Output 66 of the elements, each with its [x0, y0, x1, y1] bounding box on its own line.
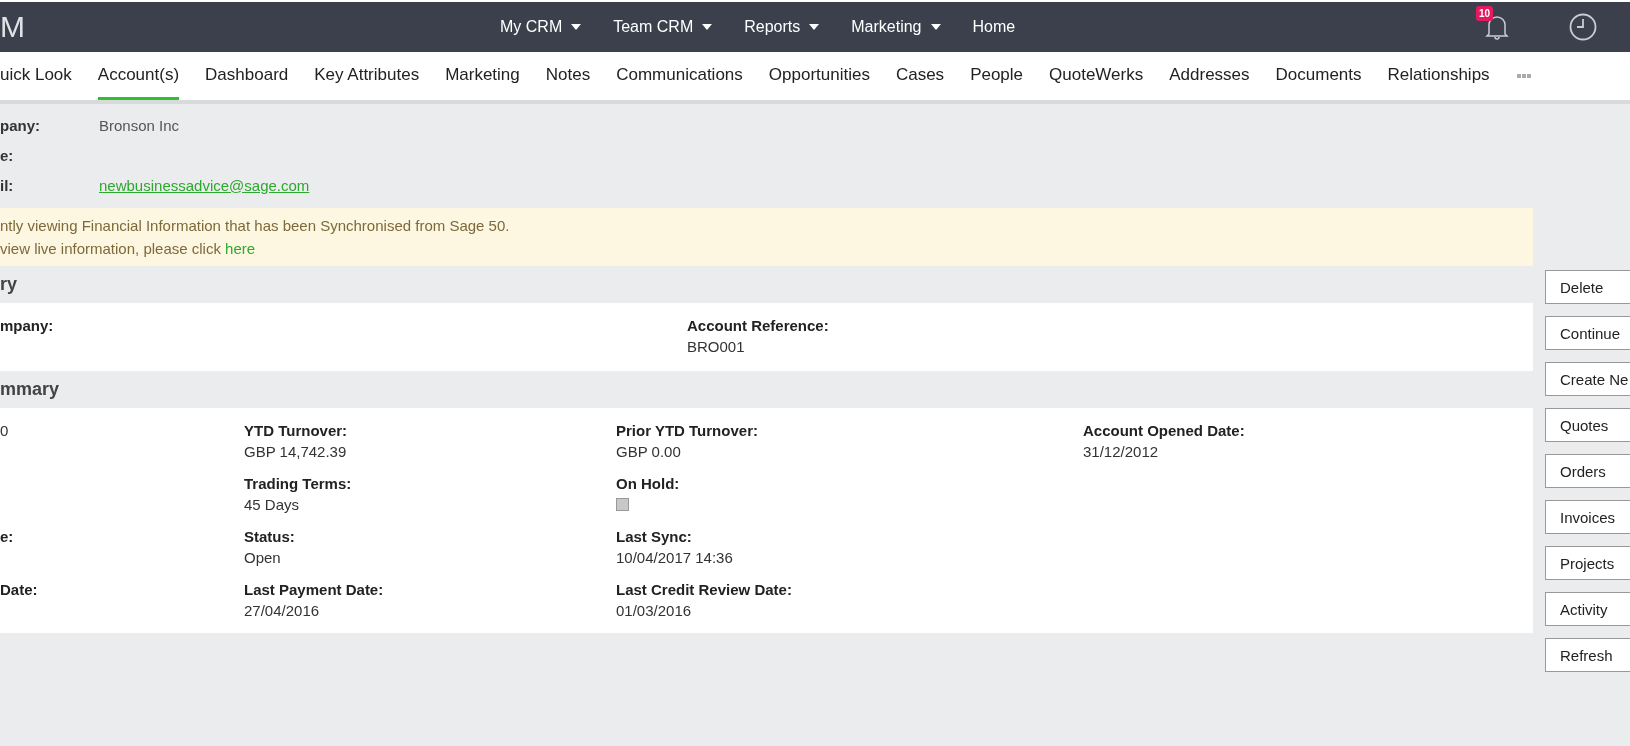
logo-text[interactable]: M [0, 10, 24, 44]
caret-icon [702, 24, 713, 30]
field-label: Trading Terms: [244, 474, 353, 494]
section-title: ry [0, 273, 18, 296]
field-label: il: [0, 176, 15, 194]
tab[interactable]: Relationships [1387, 52, 1490, 100]
action-button[interactable]: Projects [1545, 546, 1630, 580]
field-value: 0 [0, 421, 10, 441]
field-value: BRO001 [687, 337, 746, 357]
tab[interactable]: Documents [1275, 52, 1362, 100]
field-label: Prior YTD Turnover: [616, 421, 759, 441]
tab[interactable]: Notes [545, 52, 591, 100]
tab[interactable]: Marketing [445, 52, 520, 100]
action-button[interactable]: Create Ne [1545, 362, 1630, 396]
field-label: Last Sync: [616, 527, 693, 547]
field-value: 01/03/2016 [616, 601, 693, 621]
tab[interactable]: Addresses [1169, 52, 1250, 100]
field-value: Bronson Inc [99, 116, 180, 134]
field-value: 45 Days [244, 495, 301, 515]
notification-badge: 10 [1476, 6, 1494, 21]
action-button[interactable]: Continue [1545, 316, 1630, 350]
field-label: Account Opened Date: [1083, 421, 1246, 441]
field-label: On Hold: [616, 474, 681, 494]
field-label: Last Credit Review Date: [616, 580, 793, 600]
nav-menu-item[interactable]: Home [960, 12, 1028, 42]
nav-menu-item[interactable]: Marketing [839, 12, 953, 42]
field-label: Date: [0, 580, 39, 600]
tab[interactable]: Cases [895, 52, 945, 100]
field-label: e: [0, 146, 15, 164]
tab[interactable]: Key Attributes [314, 52, 420, 100]
tab[interactable]: Dashboard [205, 52, 289, 100]
field-value: Open [244, 548, 282, 568]
field-label: Last Payment Date: [244, 580, 385, 600]
field-label: YTD Turnover: [244, 421, 349, 441]
field-label: e: [0, 527, 15, 547]
clock-icon[interactable] [1569, 13, 1597, 41]
section-title: mmary [0, 378, 61, 401]
action-button[interactable]: Activity [1545, 592, 1630, 626]
field-value: 31/12/2012 [1083, 442, 1160, 462]
field-value: GBP 14,742.39 [244, 442, 348, 462]
tab[interactable]: People [970, 52, 1024, 100]
action-button[interactable]: Delete [1545, 270, 1630, 304]
tab[interactable]: Opportunities [768, 52, 870, 100]
field-label: Account Reference: [687, 316, 830, 336]
tab[interactable]: uick Look [0, 52, 72, 100]
tab[interactable]: Communications [616, 52, 743, 100]
field-label: pany: [0, 116, 41, 134]
action-button[interactable]: Quotes [1545, 408, 1630, 442]
banner-text: view live information, please click [0, 240, 222, 257]
action-button[interactable]: Orders [1545, 454, 1630, 488]
action-button[interactable]: Refresh [1545, 638, 1630, 672]
field-label: mpany: [0, 316, 55, 336]
field-label: Status: [244, 527, 296, 547]
nav-menu-item[interactable]: Reports [732, 12, 832, 42]
field-value: 27/04/2016 [244, 601, 321, 621]
action-button[interactable]: Invoices [1545, 500, 1630, 534]
field-value: GBP 0.00 [616, 442, 682, 462]
nav-menu-item[interactable]: Team CRM [601, 12, 725, 42]
caret-icon [809, 24, 820, 30]
banner-text: ntly viewing Financial Information that has been Synchronised from Sage 50. [0, 217, 510, 234]
nav-menu-item[interactable]: My CRM [488, 12, 594, 42]
tab[interactable]: Account(s) [97, 52, 180, 100]
caret-icon [571, 24, 582, 30]
caret-icon [930, 24, 941, 30]
field-value: 10/04/2017 14:36 [616, 548, 734, 568]
tab[interactable]: QuoteWerks [1049, 52, 1144, 100]
